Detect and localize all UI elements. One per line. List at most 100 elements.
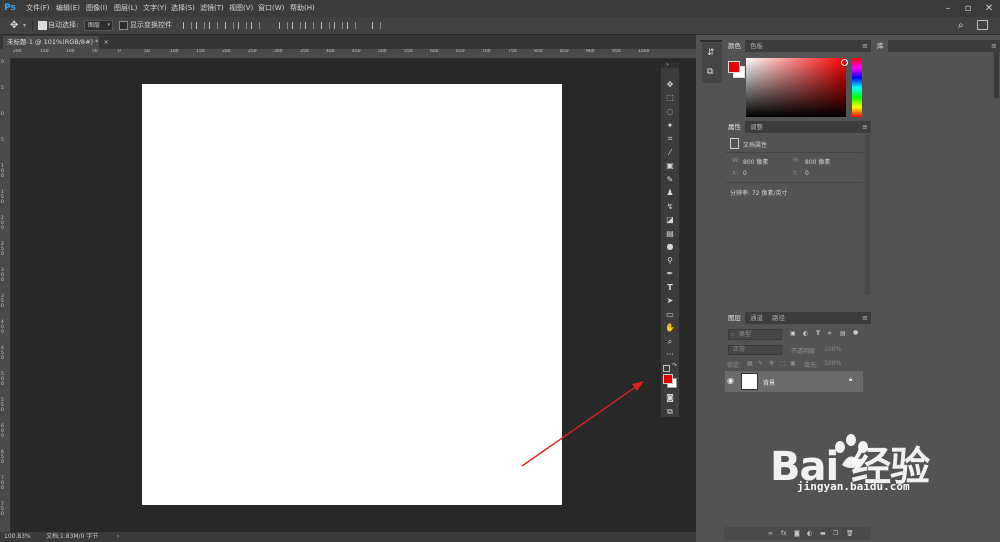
screen-mode-icon[interactable]: ⧉ [664,406,676,417]
marquee-tool-icon[interactable]: ⬚ [664,92,676,103]
distribute-left-icon[interactable] [321,22,330,29]
width-value[interactable]: 800 像素 [743,157,768,166]
menu-type[interactable]: 文字(Y) [143,0,167,17]
panel-menu-icon[interactable]: ≡ [862,123,868,131]
dock-grip[interactable] [700,40,722,42]
lock-paint-icon[interactable]: ✎ [758,360,763,367]
history-brush-icon[interactable]: ↯ [664,201,676,212]
lock-pixels-icon[interactable]: ▦ [747,360,753,367]
adjustment-layer-icon[interactable]: ◐ [807,530,812,537]
distribute-right-icon[interactable] [347,22,356,29]
lock-artboard-icon[interactable]: ⬚ [780,360,786,367]
chevron-down-icon[interactable]: ▾ [23,19,26,32]
menu-view[interactable]: 视图(V) [229,0,253,17]
tab-swatches[interactable]: 色板 [746,40,767,52]
menu-edit[interactable]: 编辑(E) [56,0,80,17]
maximize-icon[interactable]: ▫ [958,0,978,17]
menu-layer[interactable]: 图层(L) [114,0,137,17]
clone-stamp-icon[interactable]: ♟ [664,187,676,198]
more-tools-icon[interactable]: ··· [664,349,676,360]
brush-tool-icon[interactable]: ✎ [664,174,676,185]
link-layers-icon[interactable]: ∞ [768,530,773,537]
auto-select-dropdown[interactable]: 图层 ▾ [84,20,113,31]
minimize-icon[interactable]: – [938,0,958,17]
blend-mode-dropdown[interactable]: 正常 [728,345,782,355]
ruler-horizontal[interactable]: 200 150 100 50 0 50 100 150 200 250 300 … [10,49,696,59]
tab-properties[interactable]: 属性 [724,121,745,133]
align-left-icon[interactable] [225,22,234,29]
align-top-icon[interactable] [183,22,192,29]
eyedropper-icon[interactable]: ⁄ [664,147,676,158]
foreground-color-swatch[interactable] [663,374,673,384]
history-panel-icon[interactable]: ⇵ [707,48,715,58]
opacity-value[interactable]: 100% [824,346,841,353]
filter-pixel-icon[interactable]: ▣ [790,330,796,337]
eraser-tool-icon[interactable]: ◪ [664,214,676,225]
align-hcenter-icon[interactable] [238,22,247,29]
layer-filter-dropdown[interactable]: ⌕ 类型 [728,329,782,340]
pen-tool-icon[interactable]: ✒ [664,268,676,279]
dodge-tool-icon[interactable]: ⚲ [664,255,676,266]
hand-tool-icon[interactable]: ✋ [664,322,676,333]
tab-library[interactable]: 库 [873,40,888,52]
auto-select-checkbox[interactable] [38,21,47,32]
document-tab[interactable]: 未标题-1 @ 101%(RGB/8#) * × [3,36,109,49]
collapse-icon[interactable]: » [666,62,669,68]
library-scrollbar[interactable] [994,52,999,98]
tab-color[interactable]: 颜色 [724,40,745,52]
fill-value[interactable]: 100% [824,360,841,367]
move-tool-icon[interactable]: ✥ [10,19,18,32]
menu-file[interactable]: 文件(F) [26,0,50,17]
filter-adjustment-icon[interactable]: ◐ [803,330,808,337]
new-group-icon[interactable]: ▬ [820,530,826,537]
zoom-tool-icon[interactable]: ⌕ [664,336,676,347]
ruler-origin[interactable] [0,49,10,58]
tab-layers[interactable]: 图层 [724,312,745,324]
search-icon[interactable]: ⌕ [958,18,964,33]
color-picker-handle[interactable] [841,59,848,66]
default-colors-icon[interactable] [663,365,670,372]
y-value[interactable]: 0 [805,170,809,177]
crop-tool-icon[interactable]: ⌗ [664,133,676,144]
delete-layer-icon[interactable]: 🗑︎ [846,530,854,537]
toolbar-grip[interactable] [661,63,679,68]
layer-style-icon[interactable]: fx [781,530,787,537]
gradient-tool-icon[interactable]: ▤ [664,228,676,239]
type-tool-icon[interactable]: T [664,282,676,293]
panel-menu-icon[interactable]: ≡ [862,42,868,50]
tab-paths[interactable]: 路径 [768,312,789,324]
tab-channels[interactable]: 通道 [746,312,767,324]
filter-toggle-icon[interactable]: ● [853,329,858,336]
auto-align-icon[interactable] [372,22,381,29]
document-canvas[interactable] [142,84,562,505]
menu-select[interactable]: 选择(S) [171,0,195,17]
add-mask-icon[interactable]: ◙ [794,530,800,537]
menu-window[interactable]: 窗口(W) [258,0,284,17]
filter-smart-icon[interactable]: ▤ [840,330,846,337]
properties-scrollbar[interactable] [865,135,870,295]
distribute-hcenter-icon[interactable] [334,22,343,29]
menu-filter[interactable]: 滤镜(T) [200,0,224,17]
ruler-vertical[interactable]: 0 5 0 5 1 0 0 1 5 0 2 0 0 2 5 0 3 0 0 3 … [0,58,11,532]
lock-position-icon[interactable]: ✥ [769,360,774,367]
align-vcenter-icon[interactable] [196,22,205,29]
close-icon[interactable]: ✕ [979,0,999,17]
menu-image[interactable]: 图像(I) [86,0,108,17]
transform-checkbox[interactable] [119,21,128,32]
distribute-bottom-icon[interactable] [305,22,314,29]
zoom-level[interactable]: 100.83% [4,532,31,542]
move-tool-icon[interactable]: ✥ [664,79,676,90]
hue-slider[interactable] [852,58,862,117]
lasso-tool-icon[interactable]: ◌ [664,106,676,117]
panel-menu-icon[interactable]: ≡ [862,314,868,322]
layer-row[interactable]: ◉ 背景 🔒︎ [725,371,863,392]
workspace-icon[interactable] [977,20,988,30]
menu-help[interactable]: 帮助(H) [290,0,315,17]
shape-tool-icon[interactable]: ▭ [664,309,676,320]
distribute-top-icon[interactable] [279,22,288,29]
properties-panel-icon[interactable]: ⧉ [707,67,713,77]
distribute-vcenter-icon[interactable] [292,22,301,29]
filter-type-icon[interactable]: T [816,330,820,337]
tab-adjustments[interactable]: 调整 [746,121,767,133]
x-value[interactable]: 0 [743,170,747,177]
